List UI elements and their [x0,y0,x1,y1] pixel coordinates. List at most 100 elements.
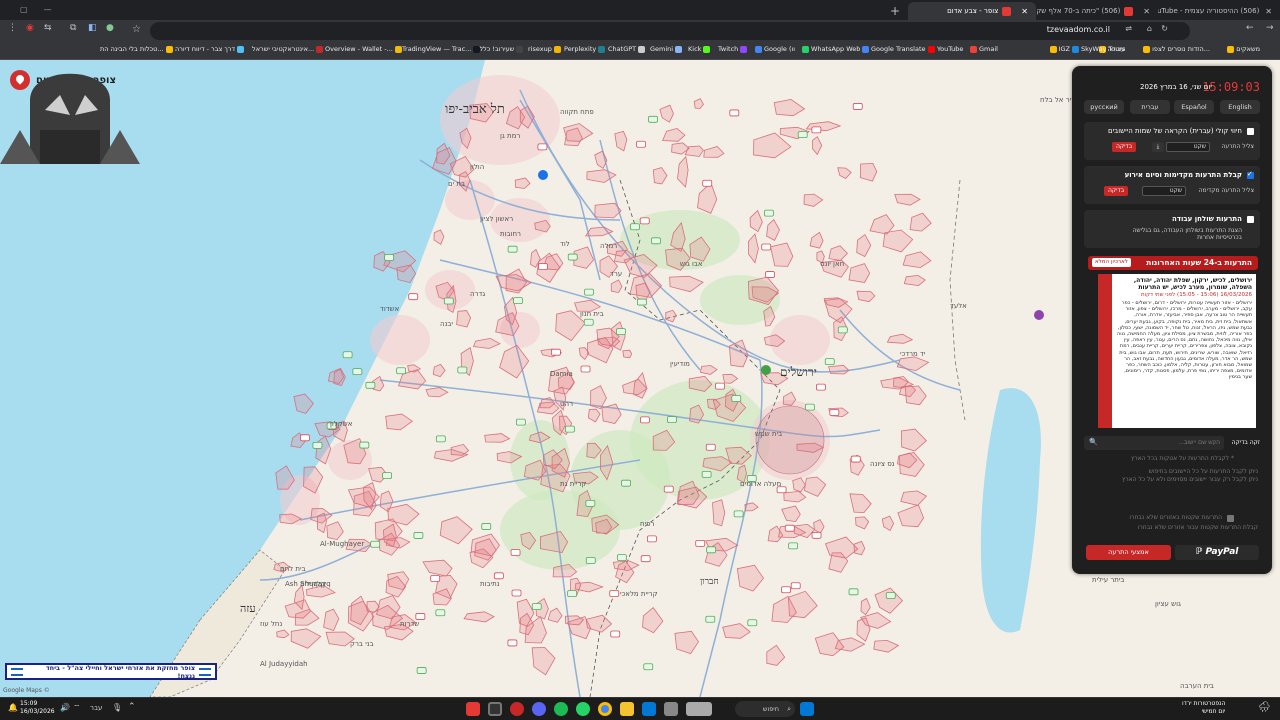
alert-zone[interactable] [665,309,677,323]
road-marker[interactable] [583,318,594,326]
alert-zone[interactable] [787,590,818,619]
road-marker[interactable] [667,416,677,424]
paypal-button[interactable]: ℙ PayPal [1175,545,1259,560]
road-marker[interactable] [416,667,427,674]
alert-zone[interactable] [499,344,530,379]
address-bar[interactable]: ☆ tzevaadom.co.il ⇌ ⌂ ↻ [132,22,1190,40]
road-marker[interactable] [636,298,647,306]
road-marker[interactable] [565,425,575,433]
alert-zone[interactable] [432,363,446,378]
alert-marker[interactable] [580,365,591,373]
road-marker[interactable] [701,470,712,478]
alert-zone[interactable] [684,145,704,157]
road-marker[interactable] [342,351,353,359]
alert-zone[interactable] [909,212,932,232]
alert-zone[interactable] [594,150,608,169]
new-tab-button[interactable]: + [890,4,900,18]
road-marker[interactable] [515,418,526,426]
file-explorer-icon[interactable] [620,702,634,716]
alert-zone[interactable] [849,493,872,514]
alert-zone[interactable] [803,193,824,207]
alert-marker[interactable] [551,348,561,356]
download-icon[interactable]: ⤓ [1152,142,1164,152]
alert-marker[interactable] [537,143,548,151]
road-marker[interactable] [567,253,578,261]
road-marker[interactable] [312,441,323,449]
alert-zone[interactable] [900,428,927,452]
extension-icon[interactable]: ◧ [88,23,97,33]
road-marker[interactable] [764,209,774,217]
road-marker[interactable] [513,297,523,305]
alert-zone[interactable] [290,628,322,649]
location-search-input[interactable] [1084,436,1224,450]
alert-zone[interactable] [472,337,501,349]
road-marker[interactable] [885,592,896,599]
bookmark-item[interactable]: Gemini [650,45,683,53]
close-icon[interactable]: ✕ [1143,7,1150,16]
airport-pin[interactable] [538,170,548,180]
alert-zone[interactable] [697,182,718,214]
alert-marker[interactable] [702,179,713,187]
test-sound-button[interactable]: בדיקה [1104,186,1129,196]
volume-icon[interactable]: 🔊 [60,703,70,712]
extension-icon[interactable]: ◉ [26,23,34,33]
wifi-icon[interactable]: ⌔ [73,703,81,713]
road-marker[interactable] [648,115,658,123]
alert-zone[interactable] [900,490,928,506]
road-marker[interactable] [413,532,424,539]
alert-zone[interactable] [456,310,472,328]
alert-marker[interactable] [781,586,791,594]
alert-zone[interactable] [470,533,500,557]
alert-marker[interactable] [852,103,863,110]
alert-zone[interactable] [590,385,607,410]
road-marker[interactable] [747,619,758,627]
alert-zone[interactable] [837,167,852,179]
alert-marker[interactable] [610,630,621,638]
alert-zone[interactable] [766,644,786,666]
alert-zone[interactable] [652,167,668,185]
alert-zone[interactable] [834,637,866,652]
road-marker[interactable] [731,395,742,402]
alert-marker[interactable] [430,575,441,582]
tab-youtube-2[interactable]: ✕ (506) "כיתה ב-70 אלף שקל!" ס... [1036,2,1158,20]
road-marker[interactable] [585,557,596,564]
chevron-up-icon[interactable]: ⌃ [128,702,136,712]
road-marker[interactable] [621,479,631,487]
lang-hebrew-button[interactable]: עברית [1130,100,1170,114]
alert-zone[interactable] [813,519,825,534]
road-marker[interactable] [396,367,406,375]
alert-zone[interactable] [894,193,921,206]
road-marker[interactable] [651,237,661,245]
alert-zone[interactable] [422,559,453,577]
alert-zone[interactable] [276,629,290,639]
microphone-icon[interactable]: 🎙 [112,703,122,712]
bookmark-item[interactable]: Gmail [970,45,998,53]
alert-marker[interactable] [415,613,426,620]
bookmark-item[interactable]: YouTube [928,45,963,53]
alert-marker[interactable] [647,535,657,543]
road-marker[interactable] [507,245,518,253]
alert-marker[interactable] [811,126,822,134]
alert-marker[interactable] [790,582,801,590]
bookmark-item[interactable]: דרך צבר - דיווח דיורה [175,45,245,53]
alert-zone[interactable] [547,607,563,623]
desktop-alert-checkbox[interactable] [1247,216,1254,223]
road-marker[interactable] [443,297,454,305]
alert-marker[interactable] [695,539,706,547]
bookmark-item[interactable]: שעירוב! כללי [478,45,524,53]
bookmark-item[interactable]: Google Translate [862,45,926,53]
extension-icon[interactable]: ⇆ [44,23,52,33]
alert-zone[interactable] [659,104,674,123]
bookmark-item[interactable]: Kick [688,45,711,53]
road-marker[interactable] [365,381,376,389]
bookmark-item[interactable]: Google (וו [755,45,795,53]
test-sound-button[interactable]: בדיקה [1112,142,1137,152]
alert-zone[interactable] [783,490,807,503]
bookmark-item[interactable]: Overview - Wallet -... [325,45,402,53]
home-icon[interactable]: ⌂ [1147,24,1152,33]
alert-zone[interactable] [903,274,926,287]
alert-zone[interactable] [859,162,878,182]
silent-alerts-checkbox[interactable] [1227,515,1234,522]
alert-marker[interactable] [816,383,826,391]
sound-select[interactable]: שקט [1142,186,1186,196]
